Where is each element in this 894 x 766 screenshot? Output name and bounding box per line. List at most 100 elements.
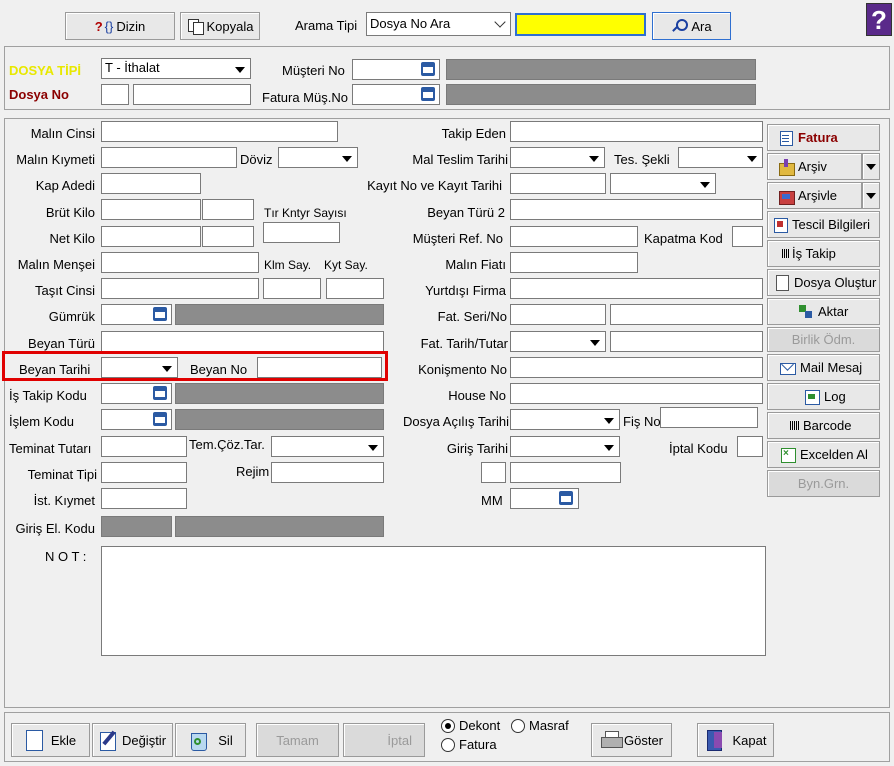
- not-label: N O T :: [45, 549, 87, 564]
- beyan-turu-field[interactable]: [101, 331, 384, 352]
- fat-no-field[interactable]: [610, 304, 763, 325]
- lookup-icon[interactable]: [151, 385, 169, 401]
- arsiv-dropdown-button[interactable]: [862, 153, 880, 180]
- ara-button[interactable]: Ara: [652, 12, 731, 40]
- dropdown-arrow-icon: [590, 339, 600, 346]
- beyan-tarihi-select[interactable]: [101, 357, 178, 378]
- fatura-button[interactable]: Fatura: [767, 124, 880, 151]
- net-kilo-field[interactable]: [101, 226, 201, 247]
- malin-cinsi-field[interactable]: [101, 121, 338, 142]
- ist-kiymet-label: İst. Kıymet: [33, 493, 95, 508]
- extra-value-field[interactable]: [510, 462, 621, 483]
- musteri-ref-no-field[interactable]: [510, 226, 638, 247]
- dosya-no-prefix-field[interactable]: [101, 84, 129, 105]
- malin-kiymeti-label: Malın Kıymeti: [16, 152, 95, 167]
- lookup-icon[interactable]: [557, 490, 575, 506]
- dekont-radio[interactable]: [441, 719, 455, 733]
- log-button[interactable]: Log: [767, 383, 880, 410]
- rejim-field[interactable]: [271, 462, 384, 483]
- arama-tipi-select[interactable]: Dosya No Ara: [366, 12, 511, 36]
- dizin-button[interactable]: ?{} Dizin: [65, 12, 175, 40]
- fatura-radio[interactable]: [441, 738, 455, 752]
- fis-no-field[interactable]: [660, 407, 758, 428]
- ekle-button[interactable]: Ekle: [11, 723, 90, 757]
- klm-say-field[interactable]: [263, 278, 321, 299]
- kayit-tarihi-select[interactable]: [610, 173, 716, 194]
- printer-icon: [600, 731, 623, 749]
- braces-icon: {}: [104, 18, 114, 34]
- arsiv-button[interactable]: Arşiv: [767, 153, 862, 180]
- musteri-name-display: [446, 59, 756, 80]
- fat-tutar-field[interactable]: [610, 331, 763, 352]
- tes-sekli-select[interactable]: [678, 147, 763, 168]
- aktar-button[interactable]: Aktar: [767, 298, 880, 325]
- dosya-tipi-select[interactable]: T - İthalat: [101, 58, 251, 79]
- edit-icon: [99, 730, 119, 751]
- kayit-no-field[interactable]: [510, 173, 606, 194]
- net-kilo-unit-field[interactable]: [202, 226, 254, 247]
- kopyala-button[interactable]: Kopyala: [180, 12, 260, 40]
- teminat-tutari-field[interactable]: [101, 436, 187, 457]
- dropdown-arrow-icon: [235, 66, 245, 73]
- mail-mesaj-button[interactable]: Mail Mesaj: [767, 354, 880, 381]
- house-no-field[interactable]: [510, 383, 763, 404]
- kap-adedi-field[interactable]: [101, 173, 201, 194]
- iptal-button[interactable]: İptal: [343, 723, 425, 757]
- barcode-button[interactable]: Barcode: [767, 412, 880, 439]
- tem-coz-tar-select[interactable]: [271, 436, 384, 457]
- lookup-icon[interactable]: [419, 86, 437, 102]
- konismento-no-field[interactable]: [510, 357, 763, 378]
- not-textarea[interactable]: [101, 546, 766, 656]
- lookup-icon[interactable]: [151, 306, 169, 322]
- tamam-button[interactable]: Tamam: [256, 723, 339, 757]
- arsivle-button[interactable]: Arşivle: [767, 182, 862, 209]
- tescil-bilgileri-button[interactable]: Tescil Bilgileri: [767, 211, 880, 238]
- masraf-radio[interactable]: [511, 719, 525, 733]
- help-icon[interactable]: ?: [866, 3, 892, 36]
- arama-tipi-label: Arama Tipi: [295, 18, 358, 33]
- malin-mensei-field[interactable]: [101, 252, 259, 273]
- search-input[interactable]: [515, 13, 646, 36]
- iptal-kodu-field[interactable]: [737, 436, 763, 457]
- beyan-no-field[interactable]: [257, 357, 382, 378]
- teminat-tipi-field[interactable]: [101, 462, 187, 483]
- degistir-button[interactable]: Değiştir: [92, 723, 173, 757]
- kyt-say-field[interactable]: [326, 278, 384, 299]
- arsivle-dropdown-button[interactable]: [862, 182, 880, 209]
- brut-kilo-field[interactable]: [101, 199, 201, 220]
- goster-button[interactable]: Göster: [591, 723, 672, 757]
- excelden-al-button[interactable]: × Excelden Al: [767, 441, 880, 468]
- fat-tarih-select[interactable]: [510, 331, 606, 352]
- lookup-icon[interactable]: [151, 411, 169, 427]
- mm-label: MM: [481, 493, 503, 508]
- yurtdisi-firma-field[interactable]: [510, 278, 763, 299]
- extra-code-field[interactable]: [481, 462, 506, 483]
- doviz-select[interactable]: [278, 147, 358, 168]
- takip-eden-field[interactable]: [510, 121, 763, 142]
- sil-button[interactable]: Sil: [175, 723, 246, 757]
- ist-kiymet-field[interactable]: [101, 488, 187, 509]
- net-kilo-label: Net Kilo: [49, 231, 95, 246]
- byn-grn-button[interactable]: Byn.Grn.: [767, 470, 880, 497]
- is-takip-button[interactable]: İş Takip: [767, 240, 880, 267]
- beyan-turu-2-label: Beyan Türü 2: [427, 205, 505, 220]
- tir-kntyr-sayisi-field[interactable]: [263, 222, 340, 243]
- beyan-no-label: Beyan No: [190, 362, 248, 377]
- giris-tarihi-select[interactable]: [510, 436, 620, 457]
- fat-seri-field[interactable]: [510, 304, 606, 325]
- dosya-olustur-button[interactable]: Dosya Oluştur: [767, 269, 880, 296]
- birlik-odm-button[interactable]: Birlik Ödm.: [767, 327, 880, 352]
- beyan-turu-2-field[interactable]: [510, 199, 763, 220]
- malin-kiymeti-field[interactable]: [101, 147, 237, 168]
- kapatma-kod-field[interactable]: [732, 226, 763, 247]
- brut-kilo-unit-field[interactable]: [202, 199, 254, 220]
- malin-fiati-field[interactable]: [510, 252, 638, 273]
- dosya-acilis-tarihi-select[interactable]: [510, 409, 620, 430]
- dosya-no-field[interactable]: [133, 84, 251, 105]
- lookup-icon[interactable]: [419, 61, 437, 77]
- mal-teslim-tarihi-select[interactable]: [510, 147, 605, 168]
- beyan-turu-label: Beyan Türü: [28, 336, 95, 351]
- kapat-button[interactable]: Kapat: [697, 723, 774, 757]
- fatura-mus-name-display: [446, 84, 756, 105]
- tasit-cinsi-field[interactable]: [101, 278, 259, 299]
